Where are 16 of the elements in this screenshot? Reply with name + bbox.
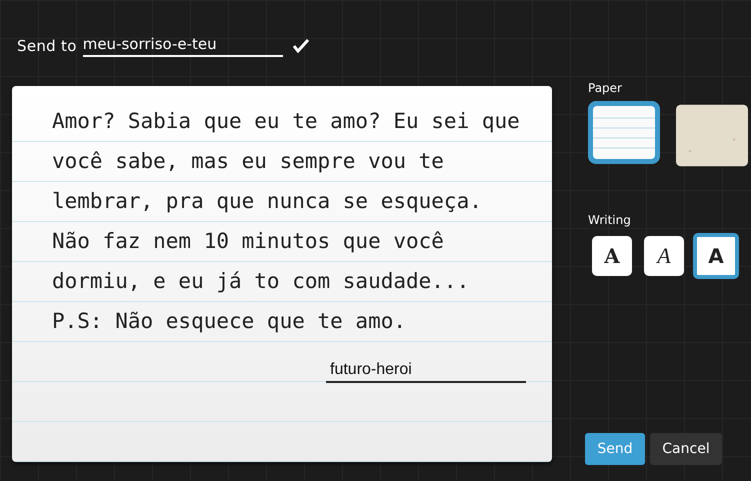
font-option[interactable]: A [644,236,684,276]
letter-text-line: Não faz nem 10 minutos que você [52,228,444,255]
letter-text-line: você sabe, mas eu sempre vou te [52,148,444,175]
signature-field[interactable]: futuro-heroi [326,361,526,383]
letter-text-line: dormiu, e eu já to com saudade... [52,268,470,295]
writing-label: Writing [588,213,632,227]
paper-label: Paper [588,81,623,95]
send-to-label: Send to [17,37,77,55]
font-option[interactable]: A [693,233,739,279]
letter-text-line: lembrar, pra que nunca se esqueça. [52,188,482,215]
cancel-button[interactable]: Cancel [650,433,722,465]
font-option[interactable]: A [592,236,632,276]
recipient-field[interactable]: meu-sorriso-e-teu [82,35,283,57]
letter-text-line: P.S: Não esquece que te amo. [52,308,406,335]
letter-text-line: Amor? Sabia que eu te amo? Eu sei que [52,108,520,135]
paper-option[interactable] [676,104,748,167]
